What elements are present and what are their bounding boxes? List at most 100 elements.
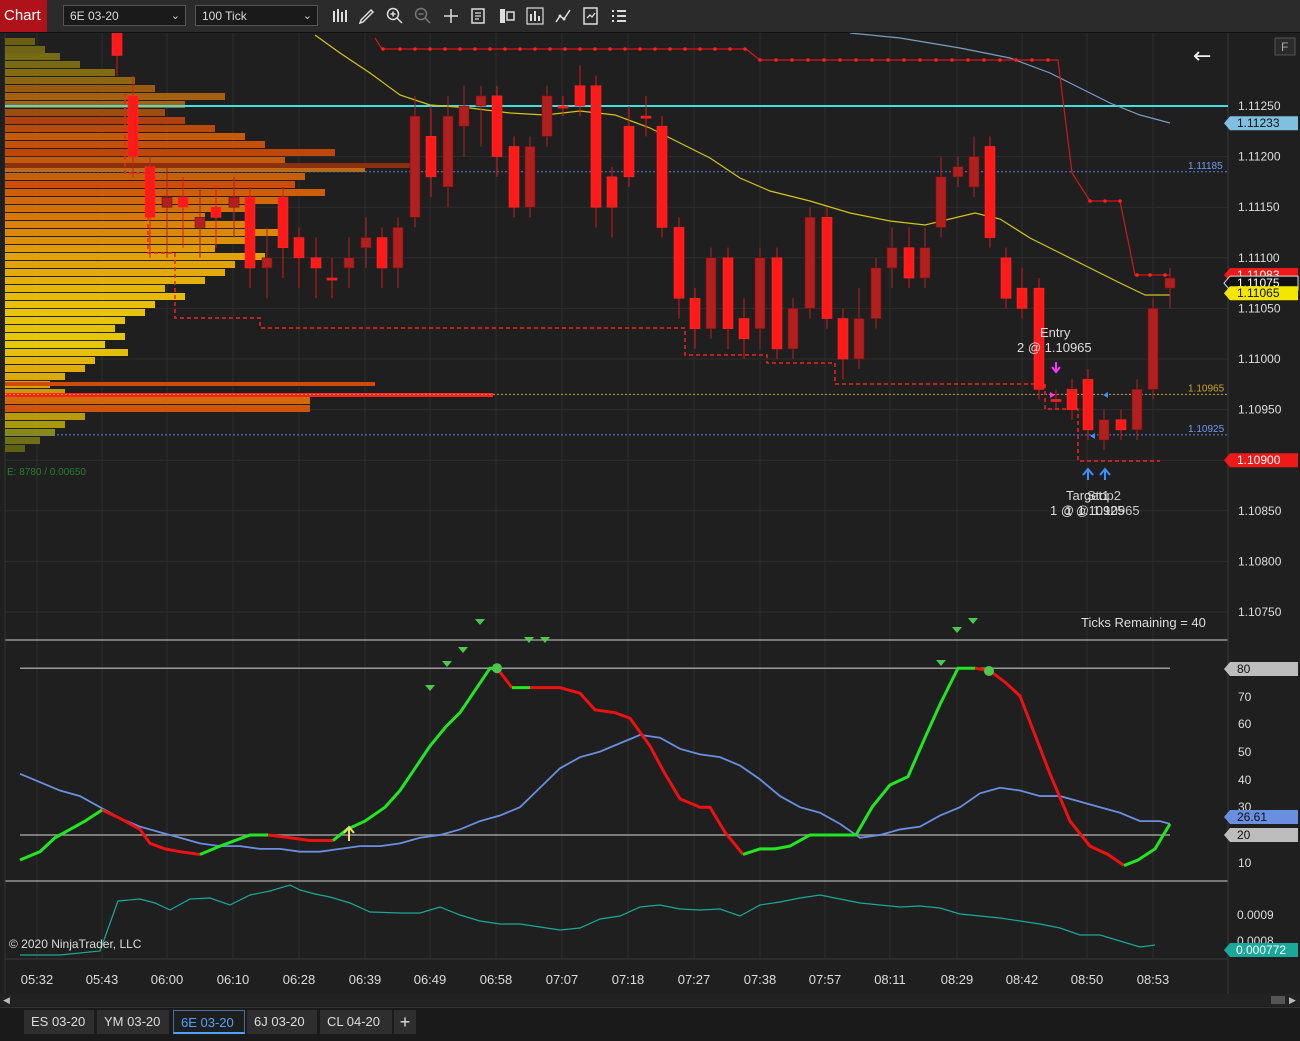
time-tick: 08:53 bbox=[1137, 972, 1170, 987]
instrument-selector[interactable]: 6E 03-20 ⌄ bbox=[63, 5, 186, 26]
draw-pencil-icon[interactable] bbox=[357, 6, 377, 26]
poc-bar bbox=[5, 393, 493, 397]
profile-bar bbox=[5, 285, 165, 292]
profile-bar bbox=[5, 229, 285, 236]
tab-es[interactable]: ES 03-20 bbox=[24, 1010, 94, 1034]
entry-detail: 2 @ 1.10965 bbox=[1017, 340, 1092, 355]
osc-marker-80-bg bbox=[1224, 662, 1298, 676]
price-tick: 1.11050 bbox=[1238, 301, 1281, 315]
add-tab-button[interactable]: + bbox=[394, 1010, 416, 1034]
templates-icon[interactable] bbox=[581, 6, 601, 26]
profile-bar bbox=[5, 157, 285, 164]
profile-bar bbox=[5, 213, 205, 220]
drawing-tools-icon[interactable] bbox=[553, 6, 573, 26]
profile-bar bbox=[5, 421, 65, 428]
candle bbox=[376, 237, 388, 269]
stop-label: Stop2 bbox=[1087, 488, 1121, 503]
candle bbox=[1131, 389, 1143, 431]
candle bbox=[1115, 419, 1127, 431]
osc-tick-70: 70 bbox=[1238, 690, 1252, 704]
candle bbox=[144, 166, 156, 218]
tab-cl[interactable]: CL 04-20 bbox=[320, 1010, 392, 1034]
profile-bar bbox=[5, 373, 65, 380]
candle bbox=[738, 318, 750, 340]
candle bbox=[293, 237, 305, 259]
candle bbox=[442, 115, 454, 188]
osc-tick-60: 60 bbox=[1238, 717, 1252, 731]
zoom-in-icon[interactable] bbox=[385, 6, 405, 26]
profile-bar bbox=[5, 237, 245, 244]
scroll-thumb[interactable] bbox=[1271, 996, 1285, 1004]
candle bbox=[177, 196, 189, 208]
tab-ym[interactable]: YM 03-20 bbox=[97, 1010, 169, 1034]
time-tick: 08:50 bbox=[1071, 972, 1104, 987]
time-tick: 07:07 bbox=[546, 972, 579, 987]
candle bbox=[194, 217, 206, 228]
candle bbox=[984, 146, 996, 238]
strategy-icon[interactable] bbox=[497, 6, 517, 26]
price-tick: 1.10750 bbox=[1238, 605, 1282, 619]
profile-bar bbox=[5, 309, 145, 316]
candle bbox=[787, 308, 799, 350]
candle bbox=[1082, 378, 1094, 431]
candle bbox=[508, 146, 520, 208]
stop-detail: 1 @ 1.10965 bbox=[1065, 503, 1140, 518]
profile-bar bbox=[5, 221, 255, 228]
time-tick: 08:29 bbox=[941, 972, 974, 987]
profile-bar bbox=[5, 38, 35, 45]
properties-icon[interactable] bbox=[609, 6, 629, 26]
scroll-left-arrow-icon[interactable]: ◀ bbox=[3, 994, 10, 1006]
profile-bar bbox=[5, 325, 115, 332]
data-box-icon[interactable] bbox=[469, 6, 489, 26]
time-tick: 08:42 bbox=[1006, 972, 1039, 987]
back-arrow-icon: ← bbox=[1193, 44, 1211, 69]
chart-toolbar: Chart 6E 03-20 ⌄ 100 Tick ⌄ bbox=[0, 0, 1300, 33]
chevron-down-icon: ⌄ bbox=[170, 10, 180, 22]
tab-6e[interactable]: 6E 03-20 bbox=[173, 1010, 245, 1034]
bars-type-icon[interactable] bbox=[330, 6, 350, 26]
candle bbox=[705, 257, 717, 329]
profile-bar bbox=[5, 397, 310, 404]
candle bbox=[1164, 277, 1176, 289]
profile-bar bbox=[5, 205, 245, 212]
time-tick: 07:57 bbox=[809, 972, 842, 987]
osc-tick-40: 40 bbox=[1238, 773, 1252, 787]
zoom-out-icon[interactable] bbox=[413, 6, 433, 26]
candle bbox=[771, 257, 783, 350]
osc-signal-dot bbox=[492, 663, 502, 674]
profile-bar bbox=[5, 269, 225, 276]
price-tick: 1.10950 bbox=[1238, 403, 1282, 417]
time-tick: 07:18 bbox=[612, 972, 645, 987]
price-tick: 1.10800 bbox=[1238, 554, 1282, 568]
candle bbox=[326, 277, 338, 281]
profile-bar bbox=[5, 189, 325, 196]
osc-marker-20: 20 bbox=[1237, 828, 1251, 842]
price-tick: 1.11250 bbox=[1238, 99, 1281, 113]
time-tick: 07:27 bbox=[678, 972, 711, 987]
time-tick: 06:28 bbox=[283, 972, 316, 987]
price-tick: 1.11000 bbox=[1238, 352, 1281, 366]
interval-selector[interactable]: 100 Tick ⌄ bbox=[195, 5, 318, 26]
chart-title-label[interactable]: Chart bbox=[0, 0, 47, 32]
osc-marker-20-bg bbox=[1224, 828, 1298, 842]
line-label-gold: 1.10965 bbox=[1188, 383, 1225, 394]
profile-bar bbox=[5, 109, 165, 116]
horizontal-scrollbar[interactable]: ◀ ▶ bbox=[0, 994, 1300, 1006]
profile-bar bbox=[5, 445, 25, 452]
candle bbox=[935, 176, 947, 228]
profile-bar bbox=[5, 53, 60, 60]
candle bbox=[606, 176, 618, 208]
time-tick: 06:00 bbox=[151, 972, 184, 987]
scroll-right-arrow-icon[interactable]: ▶ bbox=[1289, 994, 1296, 1006]
tab-6j[interactable]: 6J 03-20 bbox=[247, 1010, 317, 1034]
candle bbox=[640, 115, 652, 119]
candle bbox=[1000, 257, 1012, 299]
chart-canvas[interactable]: 1.11185 1.10965 1.10925 1.11250 1.11200 1.11… bbox=[0, 33, 1300, 994]
profile-bar bbox=[5, 349, 128, 356]
time-tick: 06:58 bbox=[480, 972, 513, 987]
crosshair-icon[interactable] bbox=[441, 6, 461, 26]
profile-bar bbox=[5, 437, 40, 444]
indicators-icon[interactable] bbox=[525, 6, 545, 26]
candle bbox=[524, 146, 536, 208]
candle bbox=[210, 206, 222, 218]
